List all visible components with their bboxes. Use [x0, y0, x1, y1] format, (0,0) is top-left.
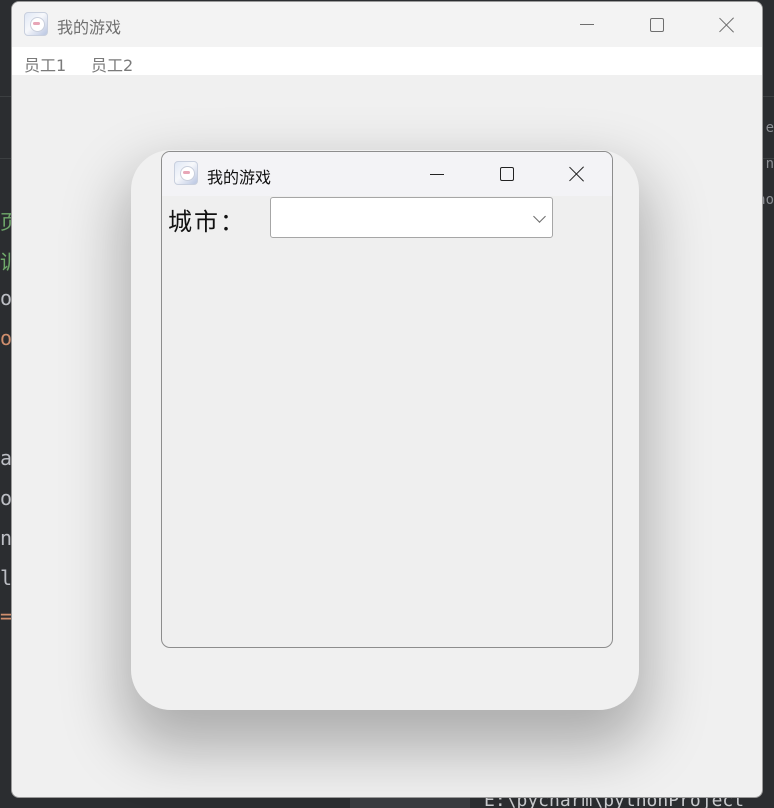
city-combobox[interactable]: [270, 197, 553, 238]
dialog-title: 我的游戏: [207, 168, 272, 187]
menu-item-employee-1[interactable]: 员工1: [22, 52, 68, 76]
menu-item-employee-2[interactable]: 员工2: [89, 52, 135, 76]
main-titlebar[interactable]: 我的游戏: [12, 2, 762, 47]
city-dialog: 我的游戏 城市：: [161, 151, 613, 648]
dialog-titlebar[interactable]: 我的游戏: [162, 152, 612, 196]
app-icon: [24, 12, 48, 36]
close-icon: [569, 166, 585, 182]
close-icon: [719, 17, 735, 33]
minimize-button[interactable]: [552, 2, 622, 47]
maximize-icon: [650, 17, 664, 32]
maximize-icon: [500, 167, 514, 181]
minimize-icon: [580, 24, 594, 25]
dialog-close-button[interactable]: [542, 152, 612, 196]
close-button[interactable]: [692, 2, 762, 47]
main-window-title: 我的游戏: [57, 18, 122, 37]
minimize-icon: [430, 173, 444, 175]
menubar: 员工1 员工2: [12, 47, 762, 75]
dialog-minimize-button[interactable]: [402, 152, 472, 196]
ide-code-fragment: n: [765, 156, 774, 172]
dialog-maximize-button[interactable]: [472, 152, 542, 196]
city-label: 城市：: [168, 208, 246, 236]
maximize-button[interactable]: [622, 2, 692, 47]
app-icon: [174, 161, 198, 185]
chevron-down-icon: [533, 210, 546, 223]
